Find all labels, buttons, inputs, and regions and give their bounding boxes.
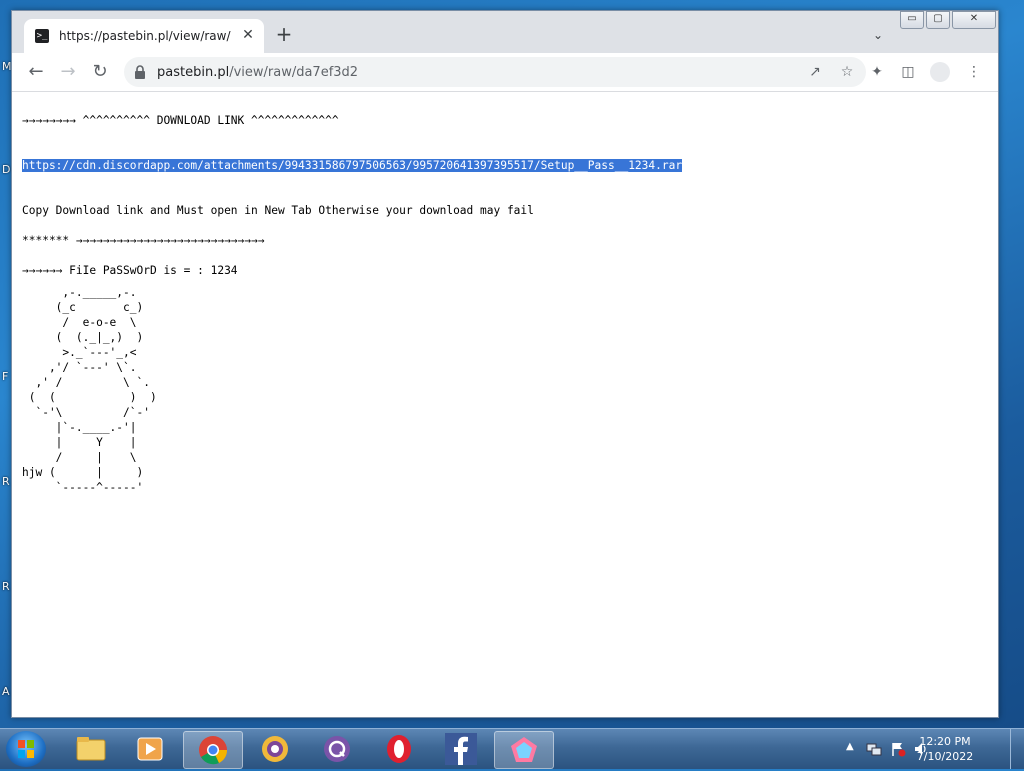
tor-onion-icon: [262, 736, 288, 762]
maximize-button[interactable]: ▢: [926, 11, 950, 29]
page-content: →→→→→→→→ ^^^^^^^^^^ DOWNLOAD LINK ^^^^^^…: [12, 92, 998, 717]
desktop-icon-label-fragment: A: [2, 685, 10, 698]
back-arrow-icon[interactable]: ←: [25, 61, 47, 83]
share-icon[interactable]: ↗: [806, 63, 824, 81]
taskbar-quiterss[interactable]: [308, 731, 366, 767]
start-button[interactable]: [6, 731, 46, 767]
browser-toolbar: ← → ↻ pastebin.pl/view/raw/da7ef3d2 ↗ ☆ …: [12, 53, 998, 92]
desktop-icon-label-fragment: R: [2, 475, 10, 488]
q-app-icon: [324, 736, 350, 762]
password-line: →→→→→→ FiIe PaSSwOrD is = : 1234: [22, 264, 238, 277]
desktop-icon-label-fragment: F: [2, 370, 9, 383]
ascii-art-bear: ,-._____,-. (_c c_) / e-o-e \ ( (._|_,) …: [22, 286, 157, 494]
new-tab-button[interactable]: +: [274, 24, 294, 45]
address-bar[interactable]: pastebin.pl/view/raw/da7ef3d2 ↗ ☆: [124, 57, 866, 87]
window-close-button[interactable]: ✕: [952, 11, 996, 29]
chrome-icon: [199, 736, 228, 765]
show-hidden-icons-icon[interactable]: ▲: [846, 741, 854, 752]
download-link-heading: →→→→→→→→ ^^^^^^^^^^ DOWNLOAD LINK ^^^^^^…: [22, 114, 339, 127]
pentagon-app-icon: [511, 737, 537, 762]
profile-avatar-icon[interactable]: [930, 62, 950, 82]
taskbar-chrome[interactable]: [183, 731, 243, 769]
folder-icon: [76, 737, 106, 761]
clock-time: 12:20 PM: [919, 735, 971, 748]
windows-logo-icon: [18, 740, 34, 758]
reload-icon[interactable]: ↻: [89, 61, 111, 83]
opera-icon: [387, 735, 411, 763]
extensions-puzzle-icon[interactable]: ✦: [867, 62, 887, 82]
network-icon[interactable]: [866, 741, 882, 757]
side-panel-icon[interactable]: ◫: [898, 62, 918, 82]
facebook-icon: [445, 733, 477, 765]
lock-icon: [135, 65, 145, 79]
show-desktop-button[interactable]: [1010, 729, 1024, 769]
separator-line: ******* →→→→→→→→→→→→→→→→→→→→→→→→→→→→: [22, 234, 265, 247]
taskbar: ▲ 12:20 PM 7/10/2022: [0, 728, 1024, 769]
tab-close-icon[interactable]: ✕: [239, 26, 257, 44]
taskbar-facebook[interactable]: [432, 731, 490, 767]
url-text: pastebin.pl/view/raw/da7ef3d2: [157, 65, 359, 80]
media-player-icon: [137, 737, 163, 761]
tab-title: https://pastebin.pl/view/raw/da7ef3d2: [59, 29, 231, 43]
download-link[interactable]: https://cdn.discordapp.com/attachments/9…: [22, 159, 683, 172]
instruction-text: Copy Download link and Must open in New …: [22, 204, 534, 217]
minimize-button[interactable]: ▭: [900, 11, 924, 29]
forward-arrow-icon[interactable]: →: [57, 61, 79, 83]
bookmark-star-icon[interactable]: ☆: [838, 63, 856, 81]
taskbar-tor-browser[interactable]: [246, 731, 304, 767]
tab-strip: >_ https://pastebin.pl/view/raw/da7ef3d2…: [12, 11, 998, 53]
desktop-icon-label-fragment: D: [2, 163, 11, 176]
clock-date: 7/10/2022: [916, 750, 974, 763]
taskbar-pentagon-app[interactable]: [494, 731, 554, 769]
desktop-icon-label-fragment: R: [2, 580, 10, 593]
system-clock[interactable]: 12:20 PM 7/10/2022: [900, 734, 990, 764]
tab-search-chevron-icon[interactable]: ⌄: [870, 27, 886, 43]
terminal-favicon-icon: >_: [35, 29, 49, 43]
browser-tab[interactable]: >_ https://pastebin.pl/view/raw/da7ef3d2…: [24, 19, 264, 53]
window-controls: ▭ ▢ ✕: [900, 11, 998, 29]
taskbar-opera[interactable]: [370, 731, 428, 767]
taskbar-file-explorer[interactable]: [62, 731, 120, 767]
browser-window: >_ https://pastebin.pl/view/raw/da7ef3d2…: [11, 10, 999, 718]
taskbar-media-player[interactable]: [121, 731, 179, 767]
menu-kebab-icon[interactable]: ⋮: [964, 62, 984, 82]
